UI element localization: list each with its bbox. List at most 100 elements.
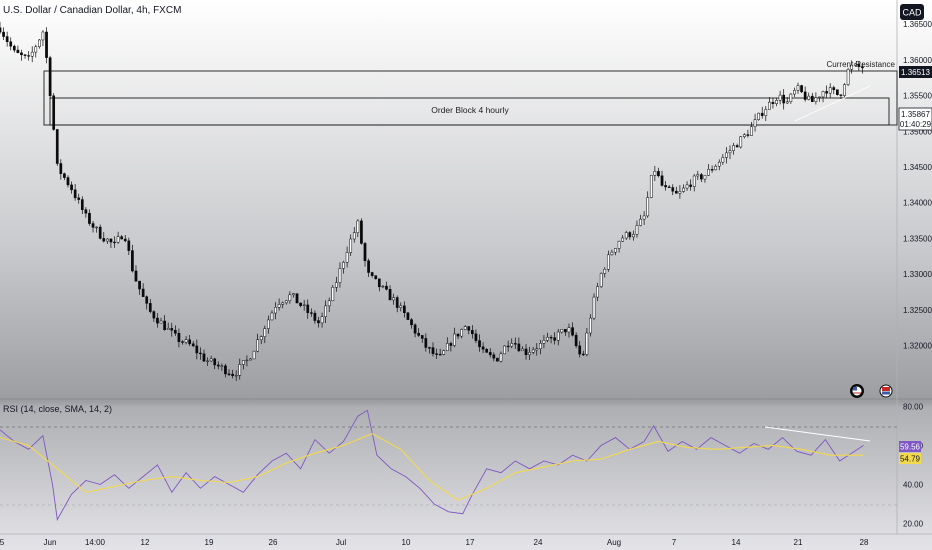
symbol-title[interactable]: U.S. Dollar / Canadian Dollar, 4h, FXCM	[3, 5, 181, 16]
rsi-title[interactable]: RSI (14, close, SMA, 14, 2)	[3, 404, 112, 414]
candle-body	[367, 260, 370, 273]
candle-body	[524, 348, 528, 356]
candle-body	[231, 373, 234, 376]
candle-body	[263, 328, 267, 337]
candle-body	[363, 243, 367, 262]
order-block-label: Order Block 4 hourly	[431, 105, 509, 115]
candle-body	[657, 171, 660, 177]
candle-body	[861, 66, 864, 69]
currency-button[interactable]: CAD	[900, 4, 924, 20]
candle-body	[335, 282, 338, 288]
candle-body	[134, 270, 138, 282]
candle-body	[59, 163, 63, 174]
candle-body	[5, 36, 9, 43]
candle-body	[610, 251, 614, 256]
candle-body	[395, 297, 399, 308]
candle-body	[385, 285, 388, 290]
candle-body	[428, 347, 431, 349]
candle-body	[173, 330, 177, 334]
time-axis-label: 10	[402, 538, 411, 547]
candle-body	[646, 197, 650, 217]
candle-body	[696, 174, 700, 177]
candle-body	[513, 343, 517, 345]
candle-body	[768, 101, 771, 110]
candle-body	[80, 199, 84, 210]
candle-body	[234, 375, 238, 377]
candle-body	[199, 352, 202, 355]
candle-body	[127, 240, 131, 251]
candle-body	[34, 46, 38, 53]
time-axis-label: 24	[534, 538, 543, 547]
candle-body	[331, 286, 335, 302]
candle-body	[152, 311, 156, 319]
candle-body	[109, 238, 113, 243]
candle-body	[406, 312, 410, 320]
candle-body	[9, 41, 13, 47]
candle-body	[245, 359, 249, 362]
candle-body	[481, 346, 485, 350]
candle-body	[267, 319, 270, 329]
candle-body	[163, 320, 166, 330]
candle-body	[492, 354, 496, 359]
candle-body	[771, 101, 775, 104]
candle-body	[850, 64, 854, 70]
price-tick-label: 1.34000	[903, 199, 932, 208]
candle-body	[814, 97, 818, 103]
candle-body	[424, 338, 428, 348]
candle-body	[306, 304, 310, 313]
candle-body	[313, 312, 317, 321]
candle-body	[671, 187, 675, 192]
candle-body	[327, 300, 331, 307]
candle-body	[485, 348, 489, 353]
time-axis-label: 21	[794, 538, 803, 547]
last-price-text: 1.35867	[901, 110, 930, 119]
candle-body	[360, 220, 363, 244]
candle-body	[635, 225, 639, 235]
candle-body	[474, 333, 478, 341]
time-axis-label: 7	[672, 538, 677, 547]
candle-body	[599, 273, 603, 287]
candle-body	[810, 95, 814, 103]
candle-body	[463, 326, 467, 330]
candle-body	[549, 337, 553, 339]
candle-body	[775, 100, 778, 104]
flag-event-icon[interactable]	[879, 384, 893, 398]
candle-body	[499, 353, 503, 362]
time-axis-label: 14:00	[85, 538, 106, 547]
candle-body	[224, 365, 227, 375]
candle-body	[764, 109, 768, 116]
candle-body	[16, 49, 20, 54]
candle-body	[725, 152, 728, 158]
candle-body	[717, 161, 721, 167]
time-axis-label: 17	[466, 538, 475, 547]
candle-body	[352, 232, 356, 240]
candle-body	[206, 360, 209, 362]
candle-body	[73, 189, 77, 199]
candle-body	[410, 319, 413, 326]
candle-body	[757, 112, 760, 120]
currency-button-label: CAD	[902, 8, 922, 18]
candle-body	[857, 63, 861, 67]
candle-body	[381, 285, 385, 288]
candle-body	[338, 268, 342, 283]
candle-body	[292, 293, 295, 296]
countdown-text: 01:40:29	[900, 120, 932, 129]
us-flag-event-icon[interactable]	[850, 384, 864, 398]
candle-body	[302, 304, 306, 306]
candle-body	[760, 112, 764, 116]
candle-body	[138, 280, 141, 290]
candle-body	[818, 96, 821, 98]
candle-body	[345, 252, 349, 263]
candle-body	[793, 90, 796, 95]
candle-body	[664, 185, 667, 188]
candle-body	[259, 336, 263, 341]
candle-body	[145, 296, 149, 304]
candle-body	[209, 358, 213, 362]
candle-body	[592, 296, 596, 319]
candle-body	[403, 305, 406, 313]
candle-body	[510, 343, 514, 347]
candle-body	[188, 339, 192, 345]
rsi-value-badge: 59.56	[899, 441, 921, 452]
candle-body	[596, 286, 599, 298]
candle-body	[624, 232, 628, 239]
